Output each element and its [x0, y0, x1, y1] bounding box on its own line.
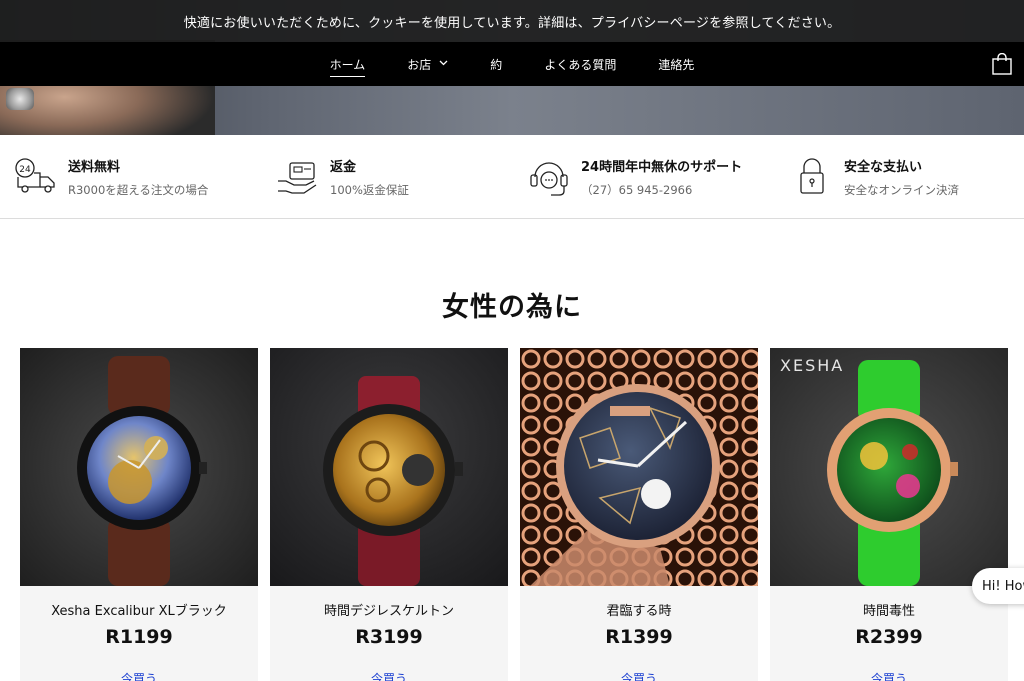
main-navigation: ホーム お店 約 よくある質問 連絡先	[0, 42, 1024, 86]
feature-free-shipping: 24 送料無料 R3000を超える注文の場合	[14, 135, 208, 219]
feature-support: 24時間年中無休のサポート （27）65 945-2966	[527, 135, 742, 219]
feature-title: 送料無料	[68, 160, 121, 175]
nav-item-home[interactable]: ホーム	[309, 42, 387, 86]
green-skeleton-watch-icon[interactable]: XESHA	[770, 348, 1008, 586]
section-title: 女性の為に	[442, 292, 582, 323]
hand-card-refund-icon	[276, 155, 320, 199]
product-name[interactable]: 時間毒性	[770, 600, 1008, 619]
buy-now-link[interactable]: 今買う	[20, 670, 258, 681]
product-name[interactable]: 君臨する時	[520, 600, 758, 619]
product-card[interactable]: Xesha Excalibur XLブラック R1199 今買う	[20, 348, 258, 681]
product-price: R1399	[605, 626, 673, 648]
feature-subtitle: （27）65 945-2966	[581, 183, 693, 197]
product-price: R3199	[355, 626, 423, 648]
chat-greeting-text: Hi! How	[982, 578, 1024, 594]
delivery-truck-24-icon: 24	[14, 155, 58, 199]
nav-item-label: ホーム	[329, 57, 366, 72]
nav-item-faq[interactable]: よくある質問	[523, 42, 637, 86]
padlock-icon	[790, 155, 834, 199]
product-grid: Xesha Excalibur XLブラック R1199 今買う 時間デジレスケ…	[20, 348, 1010, 681]
feature-title: 24時間年中無休のサポート	[581, 160, 743, 175]
buy-now-link[interactable]: 今買う	[770, 670, 1008, 681]
nav-item-label: 連絡先	[658, 57, 695, 72]
product-card[interactable]: XESHA 時間毒性 R2399 今買う	[770, 348, 1008, 681]
product-card[interactable]: 君臨する時 R1399 今買う	[520, 348, 758, 681]
nav-item-label: よくある質問	[544, 57, 617, 72]
product-card[interactable]: 時間デジレスケルトン R3199 今買う	[270, 348, 508, 681]
buy-now-link[interactable]: 今買う	[520, 670, 758, 681]
product-price: R2399	[855, 626, 923, 648]
brand-logo-xesha: XESHA	[780, 356, 845, 375]
feature-title: 安全な支払い	[844, 160, 923, 175]
gold-skeleton-watch-red-strap-icon[interactable]	[270, 348, 508, 586]
hero-wrist-watch-icon	[6, 88, 34, 110]
chevron-down-icon	[439, 59, 448, 69]
feature-secure-payment: 安全な支払い 安全なオンライン決済	[790, 135, 959, 219]
cookie-notice-bar: 快適にお使いいただくために、クッキーを使用しています。詳細は、プライバシーページ…	[0, 0, 1024, 42]
chat-widget-bubble[interactable]: Hi! How	[972, 568, 1024, 604]
svg-text:24: 24	[19, 165, 31, 175]
skeleton-watch-brown-strap-icon[interactable]	[20, 348, 258, 586]
product-name[interactable]: 時間デジレスケルトン	[270, 600, 508, 619]
nav-item-label: お店	[407, 57, 432, 72]
nav-item-label: 約	[490, 57, 503, 72]
feature-subtitle: R3000を超える注文の場合	[68, 183, 209, 197]
feature-title: 返金	[330, 160, 357, 175]
shopping-bag-icon[interactable]	[992, 52, 1012, 75]
patterned-dial-mesh-watch-icon[interactable]	[520, 348, 758, 586]
feature-subtitle: 安全なオンライン決済	[844, 183, 959, 197]
buy-now-link[interactable]: 今買う	[270, 670, 508, 681]
headset-support-icon	[527, 155, 571, 199]
product-price: R1199	[105, 626, 173, 648]
nav-item-contact[interactable]: 連絡先	[637, 42, 715, 86]
product-name[interactable]: Xesha Excalibur XLブラック	[20, 600, 258, 619]
feature-strip: 24 送料無料 R3000を超える注文の場合 返金 100%返金保証 24時間年…	[0, 135, 1024, 219]
nav-item-about[interactable]: 約	[469, 42, 523, 86]
feature-refund: 返金 100%返金保証	[276, 135, 409, 219]
nav-item-shop[interactable]: お店	[386, 42, 469, 86]
cookie-notice-text: 快適にお使いいただくために、クッキーを使用しています。詳細は、プライバシーページ…	[183, 15, 841, 31]
feature-subtitle: 100%返金保証	[330, 183, 409, 197]
